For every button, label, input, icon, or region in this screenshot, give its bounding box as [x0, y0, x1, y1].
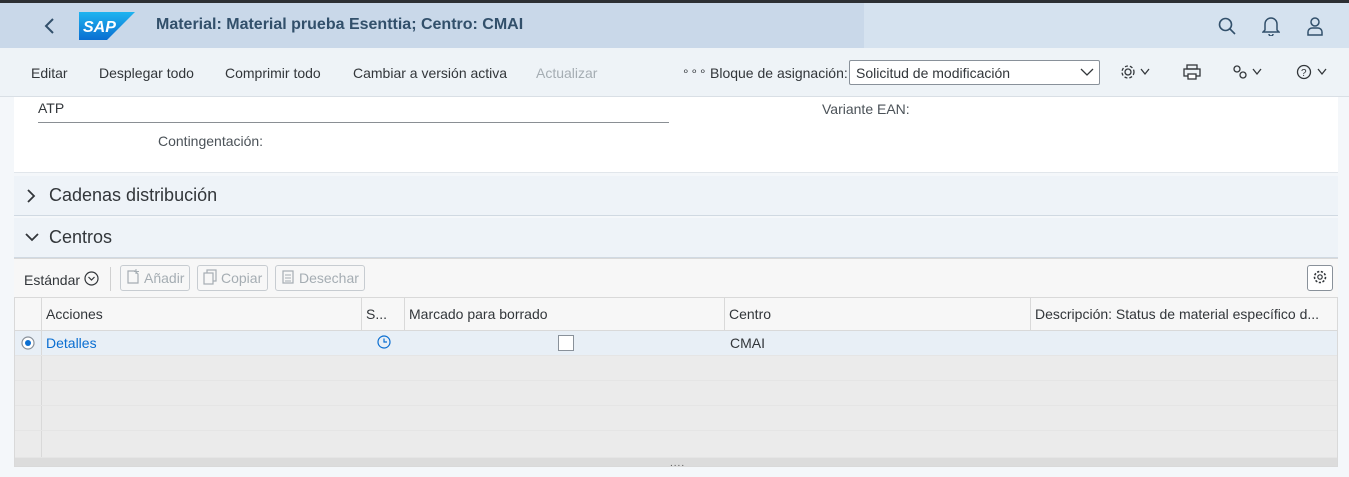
more-icon[interactable]: ∘∘∘ [682, 64, 708, 78]
svg-text:?: ? [1301, 68, 1307, 79]
column-header-marcado-borrado[interactable]: Marcado para borrado [405, 298, 725, 331]
assignment-block-select[interactable]: Solicitud de modificación [849, 60, 1100, 85]
sap-logo: SAP [79, 12, 135, 40]
add-button[interactable]: Añadir [120, 265, 191, 291]
section-cadenas-distribucion[interactable]: Cadenas distribución [14, 176, 1338, 216]
selection-header[interactable] [15, 298, 42, 331]
shell-bar: SAP Material: Material prueba Esenttia; … [0, 3, 1349, 48]
section-centros[interactable]: Centros [14, 218, 1338, 258]
copy-button[interactable]: Copiar [197, 265, 269, 291]
refresh-button[interactable]: Actualizar [536, 65, 597, 81]
column-header-status[interactable]: S... [362, 298, 405, 331]
collapse-all-button[interactable]: Comprimir todo [225, 65, 321, 81]
toolbar-separator [110, 267, 111, 291]
personalize-icon[interactable] [1232, 62, 1264, 82]
column-header-acciones[interactable]: Acciones [42, 298, 362, 331]
table-header: Acciones S... Marcado para borrado Centr… [15, 298, 1337, 331]
page-toolbar: Editar Desplegar todo Comprimir todo Cam… [0, 48, 1349, 97]
column-header-descripcion[interactable]: Descripción: Status de material específi… [1031, 298, 1337, 331]
assignment-block-value: Solicitud de modificación [856, 65, 1011, 81]
copy-button-label: Copiar [221, 270, 263, 286]
table-row[interactable]: Detalles CMAI [15, 331, 1337, 356]
atp-label: ATP [38, 100, 65, 116]
expand-all-button[interactable]: Desplegar todo [99, 65, 194, 81]
row-selector[interactable] [15, 331, 42, 355]
switch-active-version-button[interactable]: Cambiar a versión activa [353, 65, 507, 81]
notification-icon[interactable] [1259, 14, 1283, 38]
edit-button[interactable]: Editar [31, 65, 68, 81]
help-icon[interactable]: ? [1296, 62, 1330, 82]
section-title: Centros [49, 227, 113, 247]
centro-value: CMAI [730, 335, 765, 351]
page-title: Material: Material prueba Esenttia; Cent… [156, 16, 524, 33]
circle-chevron-down-icon [84, 271, 99, 289]
table-row-empty [15, 356, 1337, 381]
row-selector [15, 431, 42, 457]
column-header-centro[interactable]: Centro [725, 298, 1031, 331]
contingentacion-label: Contingentación: [158, 133, 264, 149]
variant-selector[interactable]: Estándar [24, 271, 99, 289]
copy-icon [203, 268, 217, 288]
assignment-block-label: Bloque de asignación: [710, 65, 848, 81]
settings-icon[interactable] [1120, 62, 1152, 82]
table-toolbar: Estándar Añadir Copiar Desechar [14, 258, 1338, 298]
search-icon[interactable] [1215, 14, 1239, 38]
discard-icon [281, 269, 295, 288]
discard-button[interactable]: Desechar [275, 265, 365, 291]
marcado-borrado-checkbox[interactable] [558, 335, 574, 354]
gear-icon [1313, 270, 1327, 287]
variante-ean-label: Variante EAN: [822, 101, 910, 117]
row-selector [15, 406, 42, 430]
table-row-empty [15, 431, 1337, 458]
chevron-right-icon [24, 188, 38, 207]
centros-table: Acciones S... Marcado para borrado Centr… [14, 297, 1338, 467]
print-icon[interactable] [1183, 62, 1201, 82]
chevron-down-icon [24, 230, 40, 247]
row-selector [15, 356, 42, 380]
chevron-down-icon [1080, 65, 1094, 82]
form-card: ATP Contingentación: Variante EAN: [14, 97, 1338, 173]
user-icon[interactable] [1303, 14, 1327, 38]
table-row-empty [15, 406, 1337, 431]
details-link[interactable]: Detalles [46, 335, 97, 351]
atp-field-underline [38, 122, 669, 123]
svg-text:SAP: SAP [83, 19, 116, 36]
add-document-icon [126, 268, 140, 288]
table-row-empty [15, 381, 1337, 406]
section-title: Cadenas distribución [49, 185, 218, 205]
back-icon[interactable] [38, 14, 62, 38]
table-resize-handle[interactable]: .... [15, 458, 1337, 467]
add-button-label: Añadir [144, 270, 185, 286]
clock-icon [377, 335, 391, 352]
resize-grip-icon: .... [670, 458, 686, 467]
row-selector [15, 381, 42, 405]
shell-right-area [864, 3, 1349, 48]
table-settings-button[interactable] [1307, 265, 1333, 291]
variant-label: Estándar [24, 272, 81, 288]
discard-button-label: Desechar [299, 270, 359, 286]
